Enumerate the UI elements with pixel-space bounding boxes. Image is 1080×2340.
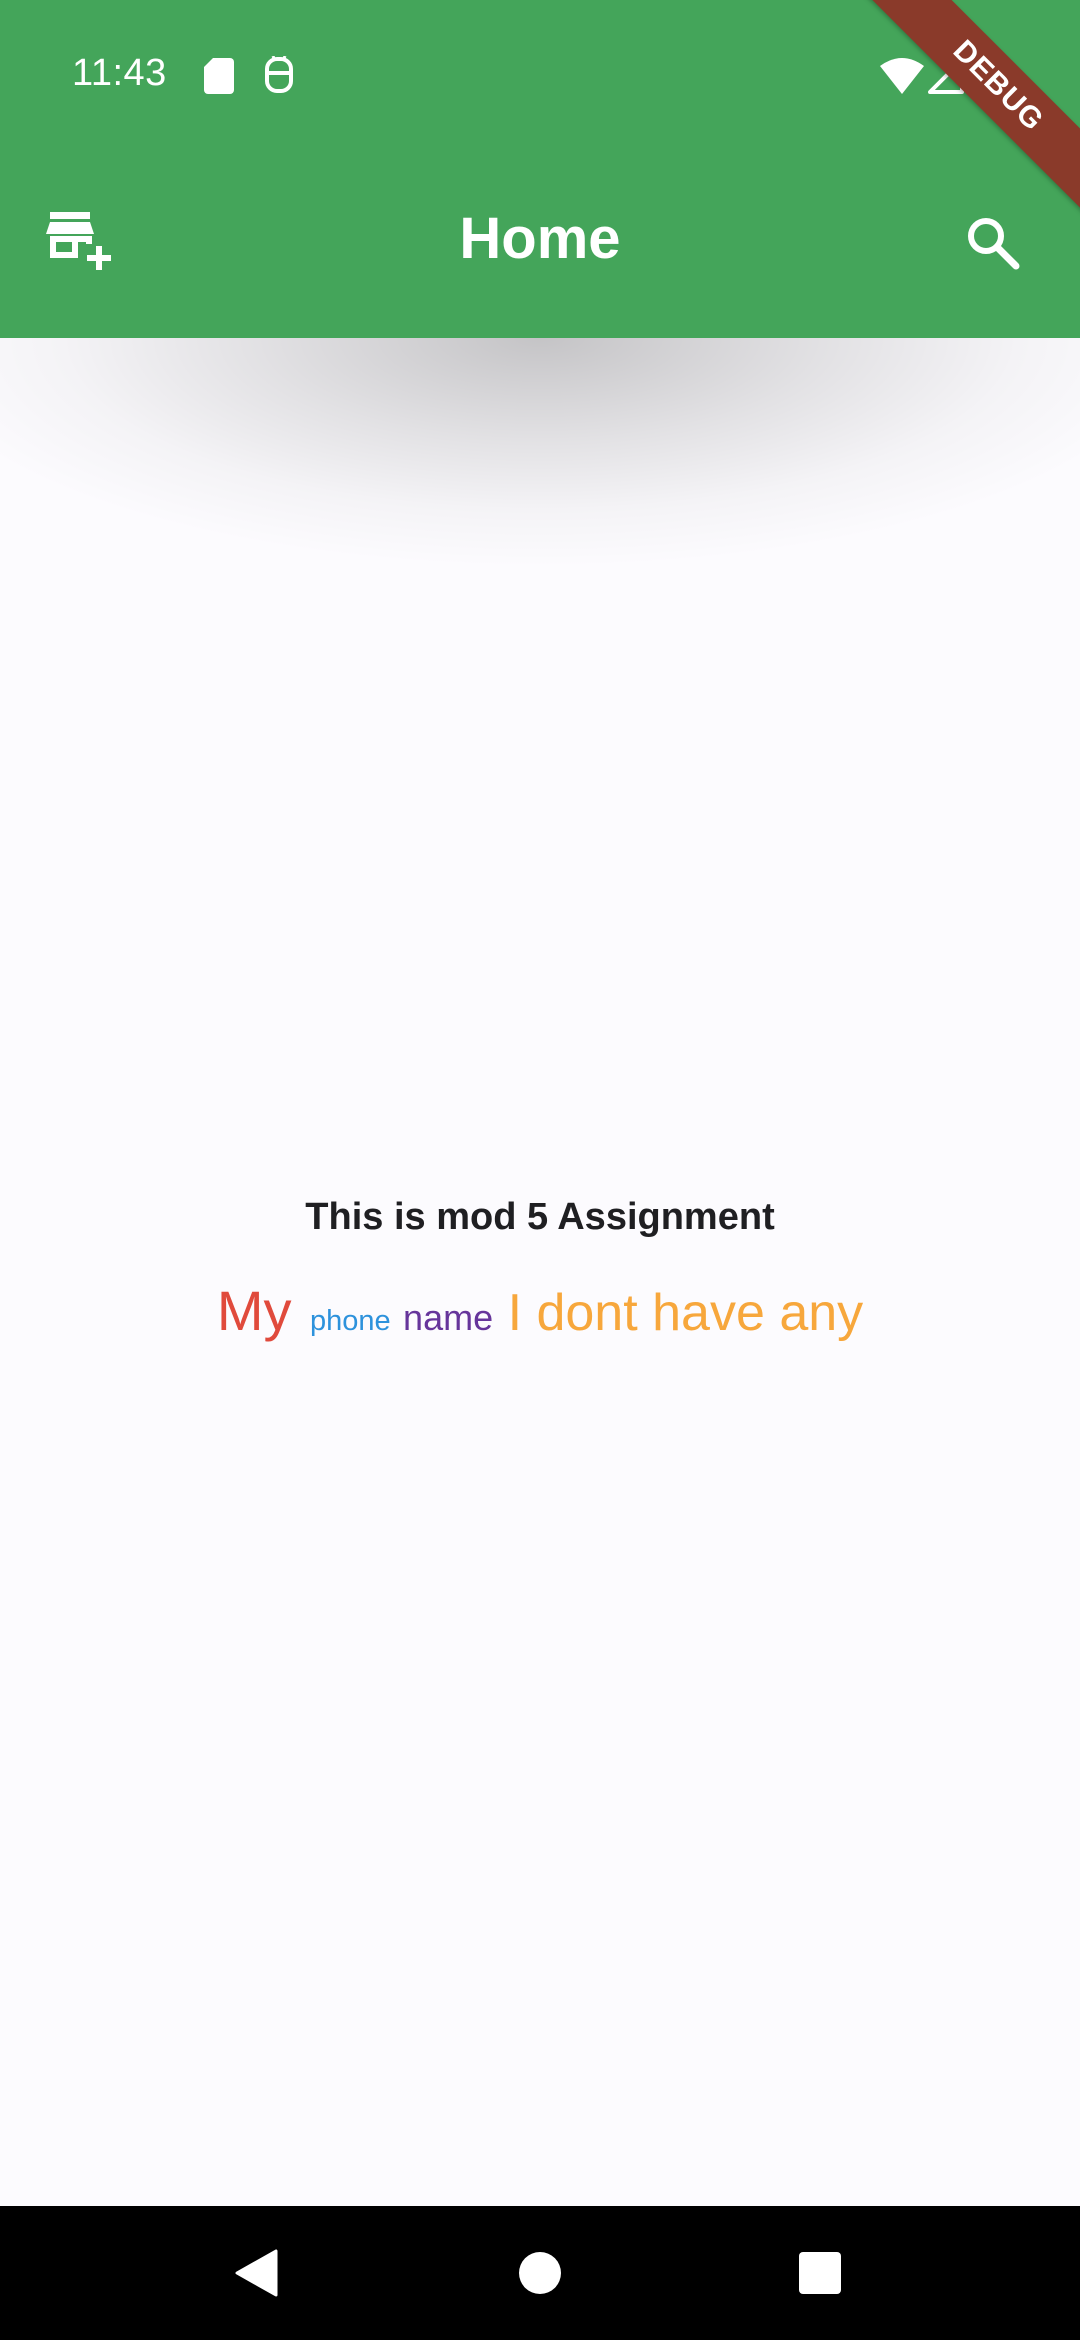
notification-app-icon xyxy=(264,55,294,99)
rich-text-line: My phone name I dont have any xyxy=(0,1278,1080,1343)
sd-card-icon xyxy=(204,58,234,99)
app-bar: Home xyxy=(0,150,1080,338)
text-segment-my: My xyxy=(216,1279,292,1342)
search-button[interactable] xyxy=(938,188,1048,298)
status-time: 11:43 xyxy=(72,52,167,94)
text-segment-name: name xyxy=(403,1297,494,1338)
text-segment-i-dont-have-any: I dont have any xyxy=(507,1284,864,1342)
system-navigation-bar xyxy=(0,2206,1080,2340)
assignment-heading: This is mod 5 Assignment xyxy=(305,1196,775,1238)
home-button[interactable] xyxy=(480,2206,600,2340)
app-bar-shadow xyxy=(0,338,1080,768)
text-segment-phone: phone xyxy=(309,1305,391,1337)
page-title: Home xyxy=(459,206,621,271)
back-button[interactable] xyxy=(196,2206,316,2340)
recents-button[interactable] xyxy=(760,2206,880,2340)
wifi-icon xyxy=(880,58,924,99)
